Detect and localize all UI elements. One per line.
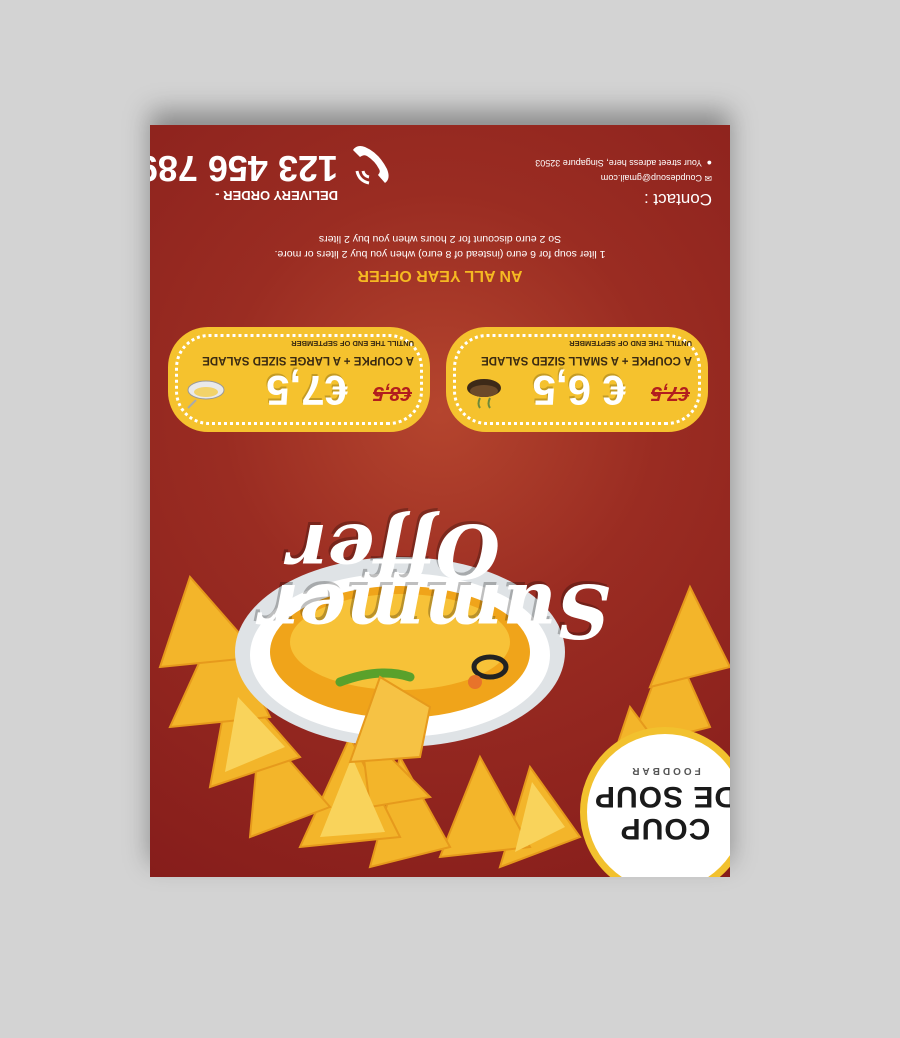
email-icon: ✉ xyxy=(704,173,712,183)
contact-email-text: Coupdesoup@gmail.com xyxy=(600,173,702,183)
coupon-old-price: €7,5 xyxy=(651,382,690,404)
location-pin-icon: ● xyxy=(706,158,712,168)
coupon-new-price: € 6,5 xyxy=(532,367,626,414)
logo-line-1: COUP xyxy=(619,812,711,845)
all-year-offer-title: AN ALL YEAR OFFER xyxy=(357,267,523,284)
contact-email: ✉Coupdesoup@gmail.com xyxy=(601,172,712,183)
flyer: COUP DE SOUP FOODBAR Summer Offer €7,5 €… xyxy=(150,125,730,877)
coupon-validity: UNTILL THE END OF SEPTEMBER xyxy=(569,339,692,348)
delivery-label: DELIVERY ORDER - xyxy=(215,188,338,203)
soup-bowl-icon xyxy=(467,379,501,409)
coupon-small-salade: €7,5 € 6,5 A COUPKE + A SMALL SIZED SALA… xyxy=(446,327,708,432)
coupon-large-salade: €8,5 €7,5 A COUPKE + A LARGE SIZED SALAD… xyxy=(168,327,430,432)
contact-address: ● Your street adress here, Singapure 3250… xyxy=(535,158,712,168)
headline-offer: Offer xyxy=(288,507,500,593)
logo-tagline: FOODBAR xyxy=(629,765,701,776)
offer-line-1: 1 liter soup for 6 euro (instead of 8 eu… xyxy=(274,248,606,260)
coupon-new-price: €7,5 xyxy=(266,367,348,414)
salad-plate-icon xyxy=(187,380,225,409)
contact-address-text: Your street adress here, Singapure 32503 xyxy=(535,158,702,168)
coupon-description: A COUPKE + A SMALL SIZED SALADE xyxy=(481,354,692,366)
logo-line-2: DE SOUP xyxy=(593,780,730,813)
coupon-description: A COUPKE + A LARGE SIZED SALADE xyxy=(202,354,414,366)
delivery-phone-number[interactable]: 123 456 7890 xyxy=(150,147,338,189)
offer-line-2: So 2 euro discount for 2 hours when you … xyxy=(318,233,562,245)
contact-title: Contact : xyxy=(643,190,712,209)
phone-icon xyxy=(353,146,389,185)
coupon-old-price: €8,5 xyxy=(373,382,412,404)
coupon-validity: UNTILL THE END OF SEPTEMBER xyxy=(291,339,414,348)
